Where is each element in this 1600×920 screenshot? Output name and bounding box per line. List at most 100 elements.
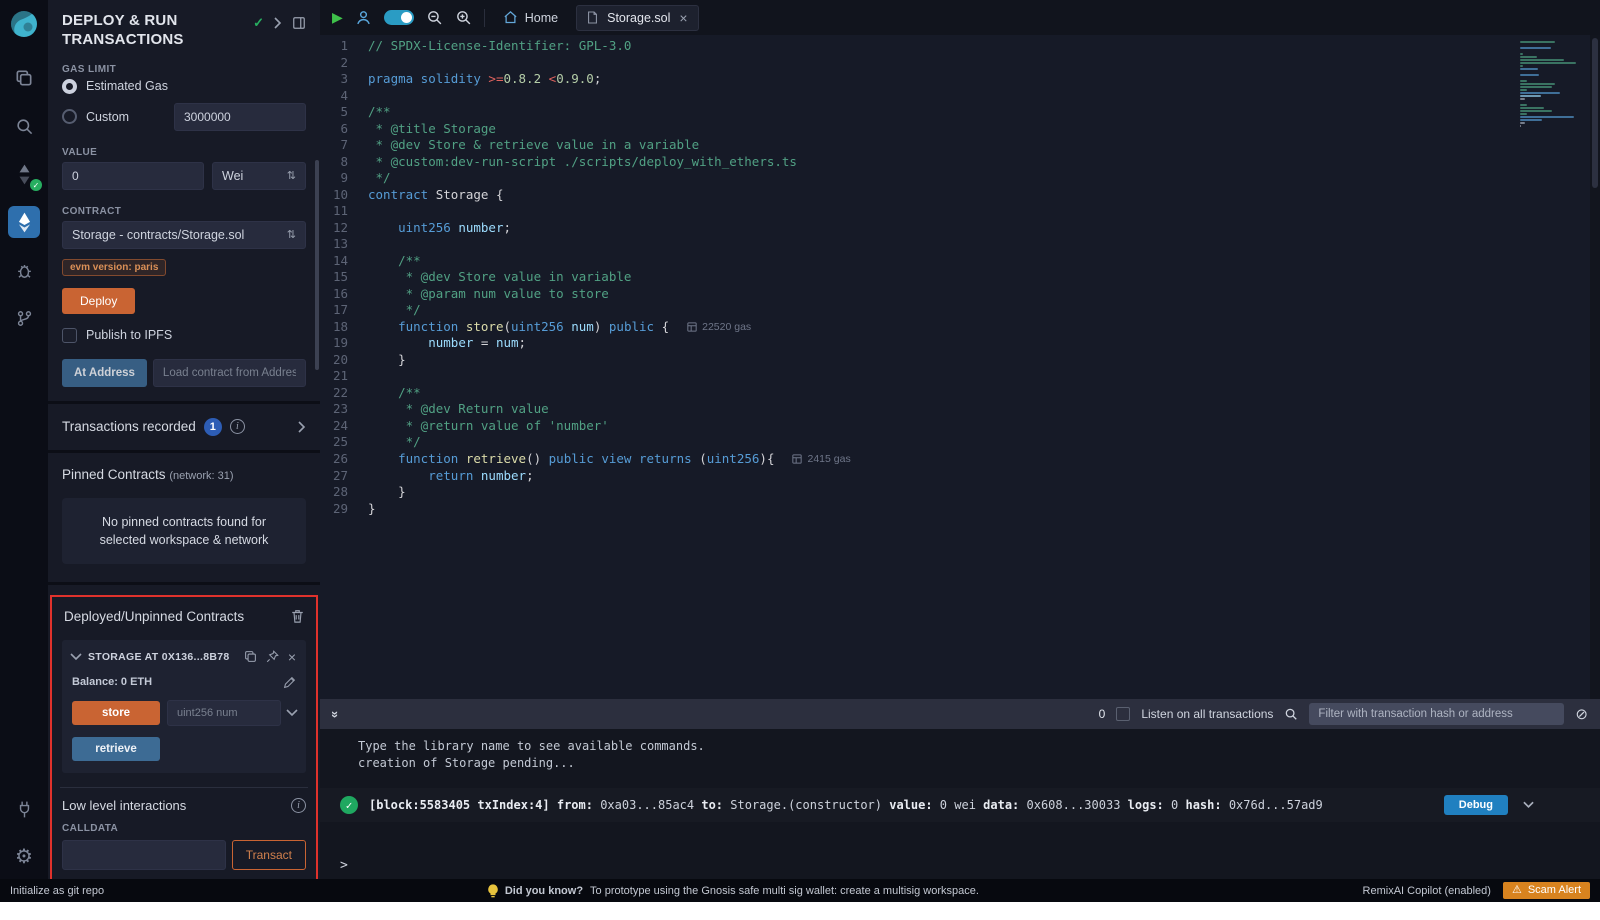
code-line[interactable]: 2 <box>320 55 1600 72</box>
close-tab-icon[interactable]: × <box>679 11 687 25</box>
estimated-gas-radio[interactable] <box>62 79 77 94</box>
code-line[interactable]: 26 function retrieve() public view retur… <box>320 451 1600 468</box>
sidebar-item-debugger[interactable] <box>8 254 40 286</box>
code-line[interactable]: 24 * @return value of 'number' <box>320 418 1600 435</box>
terminal-prompt[interactable]: > <box>320 858 1600 873</box>
publish-ipfs-checkbox[interactable] <box>62 328 77 343</box>
trash-icon[interactable] <box>291 609 304 623</box>
code-line[interactable]: 11 <box>320 203 1600 220</box>
clear-console-icon[interactable]: ⊘ <box>1575 707 1588 722</box>
code-line[interactable]: 27 return number; <box>320 468 1600 485</box>
copilot-toggle[interactable] <box>384 10 414 25</box>
code-line[interactable]: 22 /** <box>320 385 1600 402</box>
code-line[interactable]: 20 } <box>320 352 1600 369</box>
git-branch-icon <box>15 309 34 328</box>
minimap[interactable] <box>1520 41 1584 127</box>
chevron-down-icon[interactable] <box>288 707 296 719</box>
at-address-input[interactable] <box>153 359 306 387</box>
side-panel-scrollbar[interactable] <box>315 160 319 370</box>
zoom-out-icon[interactable] <box>426 9 443 26</box>
transact-button[interactable]: Transact <box>232 840 306 870</box>
zoom-in-icon[interactable] <box>455 9 472 26</box>
code-line[interactable]: 17 */ <box>320 302 1600 319</box>
terminal-collapse-icon[interactable]: » <box>328 710 343 717</box>
editor-scrollbar-thumb[interactable] <box>1592 38 1598 188</box>
code-line[interactable]: 5/** <box>320 104 1600 121</box>
listen-all-checkbox[interactable] <box>1116 707 1130 721</box>
gas-estimate-annotation: 2415 gas <box>792 451 850 468</box>
edit-icon[interactable] <box>283 676 296 689</box>
code-line[interactable]: 29} <box>320 501 1600 518</box>
store-function-button[interactable]: store <box>72 701 160 725</box>
code-line[interactable]: 6 * @title Storage <box>320 121 1600 138</box>
code-line[interactable]: 1// SPDX-License-Identifier: GPL-3.0 <box>320 38 1600 55</box>
retrieve-function-button[interactable]: retrieve <box>72 737 160 761</box>
copy-icon[interactable] <box>244 650 257 663</box>
remix-logo-icon[interactable] <box>8 8 40 40</box>
transaction-row[interactable]: ✓ [block:5583405 txIndex:4] from: 0xa03.… <box>320 788 1600 822</box>
code-line[interactable]: 15 * @dev Store value in variable <box>320 269 1600 286</box>
pin-panel-icon[interactable] <box>292 16 306 30</box>
code-line[interactable]: 3pragma solidity >=0.8.2 <0.9.0; <box>320 71 1600 88</box>
code-line[interactable]: 13 <box>320 236 1600 253</box>
minimap-line <box>1520 113 1527 115</box>
code-line[interactable]: 25 */ <box>320 434 1600 451</box>
warning-icon: ⚠ <box>1512 885 1522 896</box>
code-line[interactable]: 4 <box>320 88 1600 105</box>
git-init-button[interactable]: Initialize as git repo <box>10 885 104 897</box>
deploy-button[interactable]: Deploy <box>62 288 135 314</box>
expand-transaction-icon[interactable] <box>1523 801 1534 809</box>
code-line[interactable]: 23 * @dev Return value <box>320 401 1600 418</box>
code-line[interactable]: 9 */ <box>320 170 1600 187</box>
sidebar-item-settings[interactable]: ⚙ <box>8 841 40 873</box>
account-person-icon[interactable] <box>355 9 372 26</box>
pin-icon[interactable] <box>266 650 279 663</box>
close-icon[interactable]: × <box>288 650 296 664</box>
code-line[interactable]: 16 * @param num value to store <box>320 286 1600 303</box>
at-address-button[interactable]: At Address <box>62 359 147 387</box>
code-line[interactable]: 8 * @custom:dev-run-script ./scripts/dep… <box>320 154 1600 171</box>
copilot-status[interactable]: RemixAI Copilot (enabled) <box>1363 885 1491 897</box>
sidebar-item-deploy-run[interactable] <box>8 206 40 238</box>
code-line[interactable]: 7 * @dev Store & retrieve value in a var… <box>320 137 1600 154</box>
sidebar-item-git[interactable] <box>8 302 40 334</box>
debug-button[interactable]: Debug <box>1444 795 1508 815</box>
code-line[interactable]: 28 } <box>320 484 1600 501</box>
contract-select[interactable]: Storage - contracts/Storage.sol ⇅ <box>62 221 306 249</box>
chevron-right-icon[interactable] <box>298 421 306 433</box>
bug-icon <box>15 261 34 280</box>
value-unit-select[interactable]: Wei ⇅ <box>212 162 306 190</box>
code-line[interactable]: 14 /** <box>320 253 1600 270</box>
sidebar-item-solidity-compiler[interactable]: ✓ <box>8 158 40 190</box>
chevron-right-icon[interactable] <box>274 17 282 29</box>
custom-gas-radio[interactable] <box>62 109 77 124</box>
value-input[interactable] <box>62 162 204 190</box>
scam-alert-button[interactable]: ⚠ Scam Alert <box>1503 882 1590 899</box>
tab-storage-sol[interactable]: Storage.sol × <box>576 5 698 31</box>
terminal-search-icon[interactable] <box>1284 707 1298 721</box>
terminal[interactable]: Type the library name to see available c… <box>320 729 1600 879</box>
transactions-recorded-row[interactable]: Transactions recorded 1 i <box>48 404 320 453</box>
code-line[interactable]: 18 function store(uint256 num) public {2… <box>320 319 1600 336</box>
editor-scrollbar[interactable] <box>1590 35 1600 699</box>
terminal-toolbar: » 0 Listen on all transactions ⊘ <box>320 699 1600 729</box>
sidebar-item-search[interactable] <box>8 110 40 142</box>
custom-gas-label: Custom <box>86 110 129 124</box>
code-line[interactable]: 21 <box>320 368 1600 385</box>
tab-home[interactable]: Home <box>497 10 564 25</box>
chevron-down-icon[interactable] <box>72 651 80 663</box>
code-editor[interactable]: 1// SPDX-License-Identifier: GPL-3.023pr… <box>320 35 1600 699</box>
code-line[interactable]: 12 uint256 number; <box>320 220 1600 237</box>
transaction-summary: [block:5583405 txIndex:4] from: 0xa03...… <box>369 798 1433 812</box>
code-line[interactable]: 10contract Storage { <box>320 187 1600 204</box>
transaction-filter-input[interactable] <box>1309 703 1564 725</box>
info-icon[interactable]: i <box>230 419 245 434</box>
sidebar-item-file-explorer[interactable] <box>8 62 40 94</box>
sidebar-item-plugin-manager[interactable] <box>8 793 40 825</box>
custom-gas-input[interactable] <box>174 103 306 131</box>
calldata-input[interactable] <box>62 840 226 870</box>
store-argument-input[interactable] <box>167 700 281 726</box>
info-icon[interactable]: i <box>291 798 306 813</box>
code-line[interactable]: 19 number = num; <box>320 335 1600 352</box>
run-script-play-button[interactable]: ▶ <box>332 9 343 26</box>
